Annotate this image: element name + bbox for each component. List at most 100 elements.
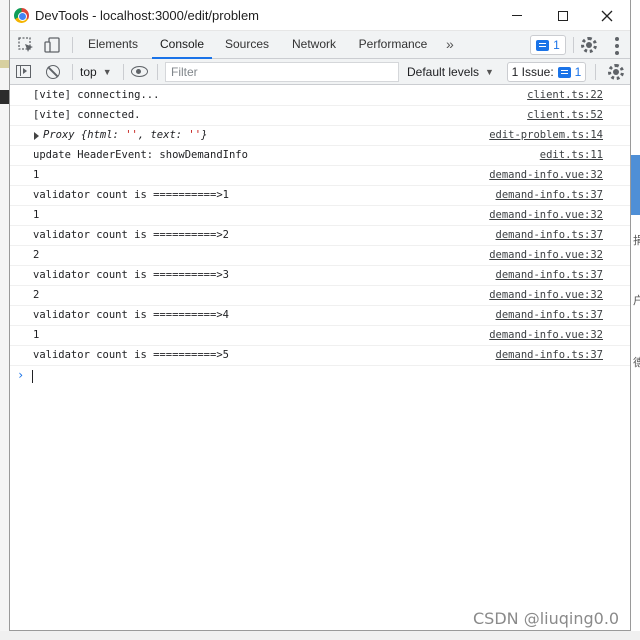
source-link[interactable]: demand-info.ts:37 [496, 309, 603, 321]
console-message: validator count is ==========>2 [33, 229, 229, 241]
window-title: DevTools - localhost:3000/edit/problem [35, 8, 260, 23]
console-message: update HeaderEvent: showDemandInfo [33, 149, 248, 161]
device-toolbar-icon[interactable] [43, 36, 61, 54]
source-link[interactable]: client.ts:22 [527, 89, 603, 101]
close-icon [601, 10, 613, 21]
toolbar-divider [573, 37, 574, 53]
context-selector[interactable]: top ▼ [80, 63, 112, 81]
source-link[interactable]: demand-info.vue:32 [489, 289, 603, 301]
background-blue-block [631, 155, 640, 215]
source-link[interactable]: demand-info.ts:37 [496, 229, 603, 241]
expand-triangle-icon[interactable] [34, 132, 39, 140]
console-row: validator count is ==========>5 demand-i… [10, 346, 630, 366]
background-glyph: 户 [633, 294, 640, 307]
issues-button[interactable]: 1 Issue: 1 [507, 62, 586, 82]
settings-gear-icon[interactable] [581, 37, 597, 53]
chevron-down-icon: ▼ [485, 67, 494, 77]
toolbar-divider [72, 64, 73, 80]
background-stripe [0, 90, 9, 104]
more-tabs-button[interactable]: » [446, 31, 454, 59]
console-settings-gear-icon[interactable] [608, 64, 624, 80]
source-link[interactable]: demand-info.vue:32 [489, 169, 603, 181]
console-row: 2 demand-info.vue:32 [10, 246, 630, 266]
console-row: validator count is ==========>1 demand-i… [10, 186, 630, 206]
messages-badge[interactable]: 1 [530, 35, 566, 55]
console-message: 2 [33, 249, 40, 261]
context-label: top [80, 65, 97, 79]
source-link[interactable]: demand-info.vue:32 [489, 209, 603, 221]
minimize-icon [512, 15, 522, 16]
proxy-suffix: } [201, 129, 208, 141]
proxy-html-value: '' [125, 129, 138, 141]
console-row: 1 demand-info.vue:32 [10, 166, 630, 186]
toolbar-divider [595, 64, 596, 80]
console-row: update HeaderEvent: showDemandInfo edit.… [10, 146, 630, 166]
tab-elements[interactable]: Elements [82, 31, 144, 59]
watermark: CSDN @liuqing0.0 [473, 609, 620, 628]
source-link[interactable]: demand-info.ts:37 [496, 349, 603, 361]
text-cursor [32, 370, 33, 383]
console-row: [vite] connected. client.ts:52 [10, 106, 630, 126]
console-row: validator count is ==========>3 demand-i… [10, 266, 630, 286]
messages-count: 1 [553, 38, 560, 52]
filter-input[interactable] [165, 62, 399, 82]
chevron-down-icon: ▼ [102, 67, 112, 77]
console-message: [vite] connecting... [33, 89, 160, 101]
console-row: validator count is ==========>2 demand-i… [10, 226, 630, 246]
toolbar-divider [157, 64, 158, 80]
tab-sources[interactable]: Sources [218, 31, 276, 59]
console-message: 2 [33, 289, 40, 301]
proxy-mid: , text: [137, 129, 189, 141]
background-stripe [0, 60, 9, 68]
title-bar: DevTools - localhost:3000/edit/problem [10, 0, 630, 31]
console-message: 1 [33, 169, 40, 181]
chrome-logo-icon [14, 8, 29, 23]
proxy-text-value: '' [188, 129, 202, 141]
console-message: validator count is ==========>4 [33, 309, 229, 321]
console-message: 1 [33, 209, 40, 221]
devtools-window: DevTools - localhost:3000/edit/problem E… [9, 0, 631, 631]
background-page-bottom [0, 631, 640, 640]
close-button[interactable] [584, 0, 630, 31]
console-output: [vite] connecting... client.ts:22 [vite]… [10, 86, 630, 630]
live-expression-eye-icon[interactable] [131, 66, 148, 77]
console-message: validator count is ==========>1 [33, 189, 229, 201]
issues-count: 1 [574, 65, 582, 79]
console-prompt[interactable]: › [10, 366, 630, 386]
more-options-icon[interactable] [615, 37, 619, 55]
show-sidebar-icon[interactable] [16, 65, 31, 78]
levels-label: Default levels [407, 65, 480, 79]
background-glyph: 捐 [633, 234, 640, 247]
issue-message-icon [557, 66, 571, 78]
console-row-proxy-object[interactable]: Proxy {html: '', text: ''} edit-problem.… [10, 126, 630, 146]
issues-label: 1 Issue: [511, 65, 554, 79]
tab-console[interactable]: Console [152, 31, 212, 59]
source-link[interactable]: demand-info.ts:37 [496, 189, 603, 201]
log-levels-dropdown[interactable]: Default levels ▼ [407, 63, 494, 81]
tab-network[interactable]: Network [283, 31, 345, 59]
console-message: validator count is ==========>3 [33, 269, 229, 281]
source-link[interactable]: demand-info.vue:32 [489, 329, 603, 341]
toolbar-divider [72, 37, 73, 53]
console-message: 1 [33, 329, 40, 341]
console-row: 1 demand-info.vue:32 [10, 326, 630, 346]
console-toolbar: top ▼ Default levels ▼ 1 Issue: 1 [10, 59, 630, 85]
source-link[interactable]: client.ts:52 [527, 109, 603, 121]
maximize-button[interactable] [540, 0, 586, 31]
background-page-left [0, 0, 9, 640]
proxy-object-preview: Proxy {html: '', text: ''} [43, 129, 207, 141]
prompt-chevron-icon: › [17, 368, 25, 382]
source-link[interactable]: edit-problem.ts:14 [489, 129, 603, 141]
source-link[interactable]: demand-info.vue:32 [489, 249, 603, 261]
clear-console-icon[interactable] [46, 65, 60, 79]
toolbar-divider [123, 64, 124, 80]
minimize-button[interactable] [494, 0, 540, 31]
inspect-element-icon[interactable] [17, 36, 35, 54]
message-icon [536, 39, 550, 51]
proxy-prefix: Proxy {html: [43, 129, 126, 141]
source-link[interactable]: edit.ts:11 [540, 149, 603, 161]
tab-performance[interactable]: Performance [354, 31, 432, 59]
console-message: [vite] connected. [33, 109, 141, 121]
source-link[interactable]: demand-info.ts:37 [496, 269, 603, 281]
console-row: 1 demand-info.vue:32 [10, 206, 630, 226]
